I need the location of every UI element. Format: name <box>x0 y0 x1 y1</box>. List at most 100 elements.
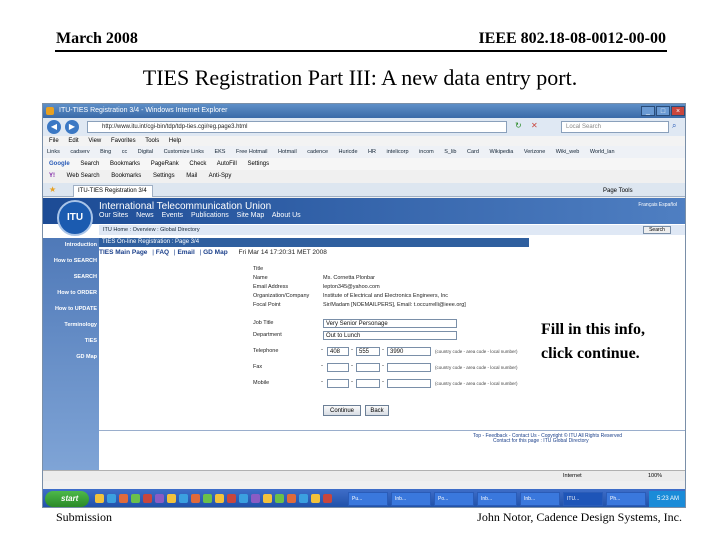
link-item[interactable]: Digital <box>138 149 153 155</box>
quicklaunch-icon[interactable] <box>299 494 308 503</box>
link-ties-main[interactable]: TIES Main Page <box>99 249 147 256</box>
link-item[interactable]: cadserv <box>70 149 89 155</box>
favorites-star-icon[interactable]: ★ <box>49 185 56 194</box>
link-item[interactable]: Customize Links <box>164 149 204 155</box>
taskbar-item[interactable]: Pu... <box>348 492 388 506</box>
yahoo-item[interactable]: Bookmarks <box>111 173 141 179</box>
back-arrow-icon[interactable]: ◀ <box>47 120 61 134</box>
taskbar-item[interactable]: Inb... <box>477 492 517 506</box>
menu-edit[interactable]: Edit <box>68 138 78 144</box>
job-title-input[interactable]: Very Senior Personage <box>323 319 457 328</box>
google-item[interactable]: PageRank <box>151 161 179 167</box>
taskbar-item[interactable]: Ph... <box>606 492 646 506</box>
nav-publications[interactable]: Publications <box>191 212 229 219</box>
link-email[interactable]: Email <box>177 249 194 256</box>
leftnav-ties[interactable]: TIES <box>85 338 97 344</box>
quicklaunch-icon[interactable] <box>167 494 176 503</box>
breadcrumb[interactable]: ITU Home : Overview : Global Directory <box>99 225 685 235</box>
start-button[interactable]: start <box>45 491 89 507</box>
department-input[interactable]: Out to Lunch <box>323 331 457 340</box>
link-item[interactable]: incom <box>419 149 434 155</box>
link-item[interactable]: Bing <box>100 149 111 155</box>
quicklaunch-icon[interactable] <box>203 494 212 503</box>
nav-events[interactable]: Events <box>162 212 183 219</box>
leftnav-gd-map[interactable]: GD Map <box>76 354 97 360</box>
yahoo-item[interactable]: Anti-Spy <box>209 173 232 179</box>
refresh-icon[interactable]: ↻ <box>515 121 522 130</box>
telephone-country-input[interactable]: 408 <box>327 347 349 356</box>
link-item[interactable]: Hotmail <box>278 149 297 155</box>
link-item[interactable]: intelicorp <box>387 149 409 155</box>
yahoo-item[interactable]: Mail <box>186 173 197 179</box>
quicklaunch-icon[interactable] <box>239 494 248 503</box>
close-button[interactable]: × <box>671 106 685 116</box>
quicklaunch-icon[interactable] <box>179 494 188 503</box>
taskbar-item[interactable]: Inb... <box>391 492 431 506</box>
link-item[interactable]: Wiki_web <box>556 149 580 155</box>
back-button[interactable]: Back <box>365 405 389 416</box>
leftnav-how-to-order[interactable]: How to ORDER <box>57 290 97 296</box>
mobile-country-input[interactable] <box>327 379 349 388</box>
quicklaunch-icon[interactable] <box>323 494 332 503</box>
link-item[interactable]: Verizone <box>524 149 545 155</box>
mobile-area-input[interactable] <box>356 379 380 388</box>
quicklaunch-icon[interactable] <box>95 494 104 503</box>
link-item[interactable]: Wikipedia <box>489 149 513 155</box>
telephone-local-input[interactable]: 3990 <box>387 347 431 356</box>
taskbar-item[interactable]: Po... <box>434 492 474 506</box>
taskbar-item[interactable]: Inb... <box>520 492 560 506</box>
quicklaunch-icon[interactable] <box>131 494 140 503</box>
quicklaunch-icon[interactable] <box>119 494 128 503</box>
yahoo-item[interactable]: Web Search <box>67 173 100 179</box>
quicklaunch-icon[interactable] <box>287 494 296 503</box>
menu-tools[interactable]: Tools <box>145 138 159 144</box>
nav-site-map[interactable]: Site Map <box>237 212 265 219</box>
language-links[interactable]: Français Español <box>638 202 677 208</box>
link-item[interactable]: World_lan <box>590 149 615 155</box>
page-tools-menu[interactable]: Page Tools <box>603 185 633 197</box>
google-item[interactable]: Bookmarks <box>110 161 140 167</box>
minimize-button[interactable]: _ <box>641 106 655 116</box>
url-input[interactable]: http://www.itu.int/cgi-bin/tdp/tdp-ties.… <box>87 121 507 133</box>
quicklaunch-icon[interactable] <box>155 494 164 503</box>
quicklaunch-icon[interactable] <box>251 494 260 503</box>
link-item[interactable]: Huricde <box>339 149 358 155</box>
link-item[interactable]: Free Hotmail <box>236 149 267 155</box>
leftnav-how-to-update[interactable]: How to UPDATE <box>55 306 97 312</box>
fax-country-input[interactable] <box>327 363 349 372</box>
quicklaunch-icon[interactable] <box>275 494 284 503</box>
link-item[interactable]: Card <box>467 149 479 155</box>
google-item[interactable]: AutoFill <box>217 161 237 167</box>
quicklaunch-icon[interactable] <box>215 494 224 503</box>
leftnav-search[interactable]: SEARCH <box>74 274 97 280</box>
footer-contact[interactable]: Contact for this page : ITU Global Direc… <box>493 438 589 444</box>
forward-arrow-icon[interactable]: ▶ <box>65 120 79 134</box>
google-item[interactable]: Search <box>80 161 99 167</box>
yahoo-item[interactable]: Settings <box>153 173 175 179</box>
live-search-input[interactable]: Local Search <box>561 121 669 133</box>
zoom-level[interactable]: 100% <box>648 471 662 481</box>
tab-ties-registration[interactable]: ITU-TIES Registration 3/4 <box>73 185 153 197</box>
quicklaunch-icon[interactable] <box>143 494 152 503</box>
leftnav-introduction[interactable]: Introduction <box>65 242 97 248</box>
menu-view[interactable]: View <box>88 138 101 144</box>
search-icon[interactable]: ⌕ <box>672 121 676 131</box>
link-gd-map[interactable]: GD Map <box>203 249 228 256</box>
google-item[interactable]: Settings <box>247 161 269 167</box>
mobile-local-input[interactable] <box>387 379 431 388</box>
leftnav-how-to-search[interactable]: How to SEARCH <box>54 258 97 264</box>
stop-icon[interactable]: ✕ <box>531 121 538 130</box>
link-item[interactable]: S_lib <box>444 149 456 155</box>
quicklaunch-icon[interactable] <box>107 494 116 503</box>
quicklaunch-icon[interactable] <box>311 494 320 503</box>
fax-area-input[interactable] <box>356 363 380 372</box>
nav-our-sites[interactable]: Our Sites <box>99 212 128 219</box>
link-faq[interactable]: FAQ <box>156 249 169 256</box>
system-clock[interactable]: 5:23 AM <box>649 491 685 507</box>
quicklaunch-icon[interactable] <box>263 494 272 503</box>
nav-news[interactable]: News <box>136 212 154 219</box>
quicklaunch-icon[interactable] <box>227 494 236 503</box>
link-item[interactable]: EKS <box>214 149 225 155</box>
link-item[interactable]: cc <box>122 149 128 155</box>
site-search-button[interactable]: Search <box>643 226 671 234</box>
